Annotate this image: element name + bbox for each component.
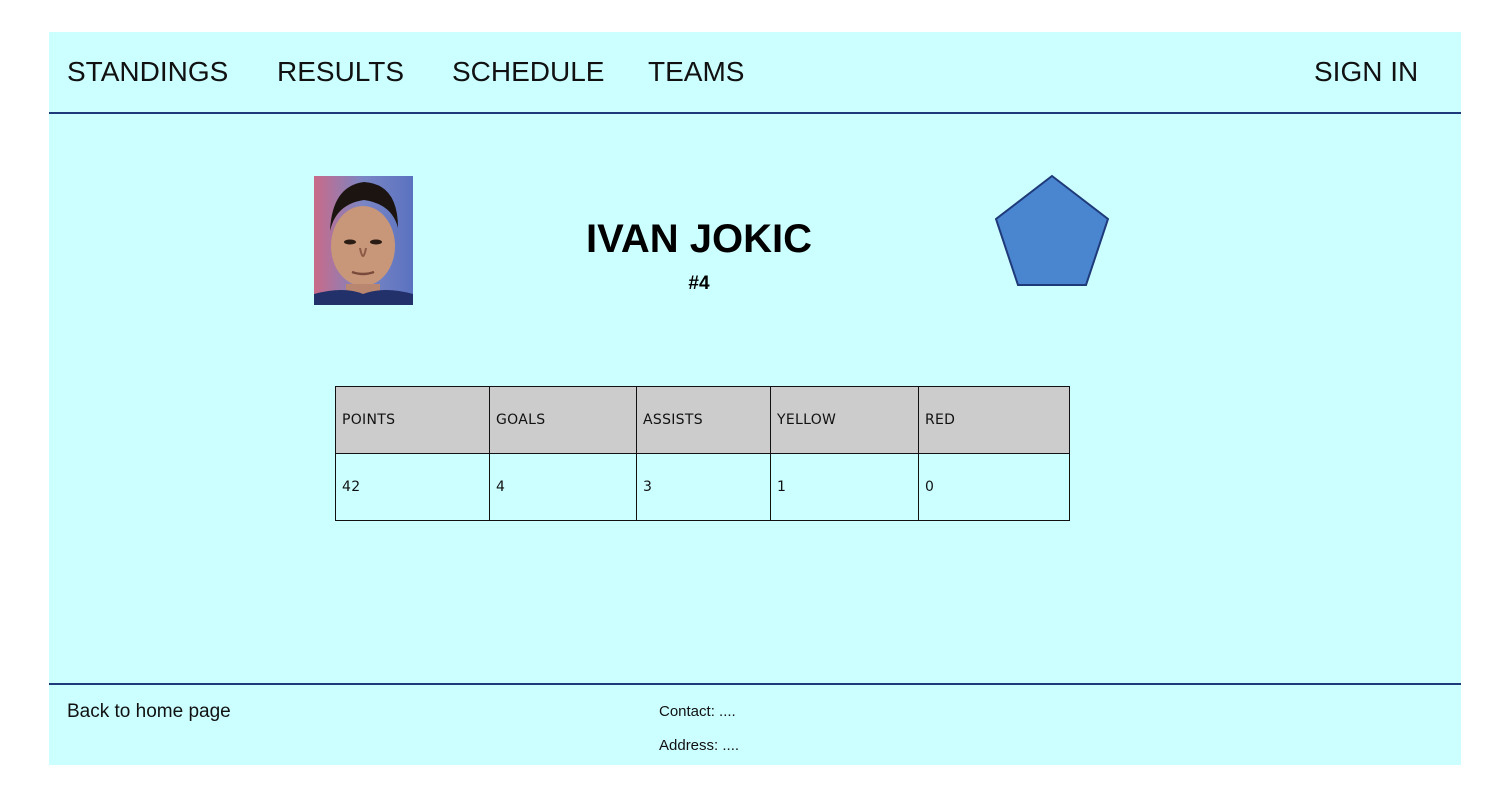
back-to-home-link[interactable]: Back to home page [67,702,231,721]
header-goals: GOALS [489,386,637,454]
player-photo [314,176,413,305]
value-goals: 4 [489,453,637,521]
address-text: Address: .... [659,737,740,754]
value-red: 0 [918,453,1070,521]
header-red: RED [918,386,1070,454]
stats-table: POINTS GOALS ASSISTS YELLOW RED 42 4 3 1… [335,386,1070,521]
contact-text: Contact: .... [659,703,736,720]
team-badge-icon [993,174,1113,290]
stats-value-row: 42 4 3 1 0 [335,453,1070,521]
nav-teams-link[interactable]: TEAMS [648,58,744,86]
player-name: IVAN JOKIC [586,217,812,261]
sign-in-link[interactable]: SIGN IN [1314,58,1418,86]
header-yellow: YELLOW [770,386,919,454]
page-frame: STANDINGS RESULTS SCHEDULE TEAMS SIGN IN [49,32,1461,765]
stats-header-row: POINTS GOALS ASSISTS YELLOW RED [335,386,1070,454]
header-points: POINTS [335,386,490,454]
value-yellow: 1 [770,453,919,521]
nav-standings-link[interactable]: STANDINGS [67,58,228,86]
footer: Back to home page Contact: .... Address:… [49,683,1461,767]
nav-results-link[interactable]: RESULTS [277,58,404,86]
player-number: #4 [688,273,710,294]
value-points: 42 [335,453,490,521]
nav-schedule-link[interactable]: SCHEDULE [452,58,604,86]
value-assists: 3 [636,453,771,521]
top-navigation: STANDINGS RESULTS SCHEDULE TEAMS SIGN IN [49,32,1461,114]
header-assists: ASSISTS [636,386,771,454]
